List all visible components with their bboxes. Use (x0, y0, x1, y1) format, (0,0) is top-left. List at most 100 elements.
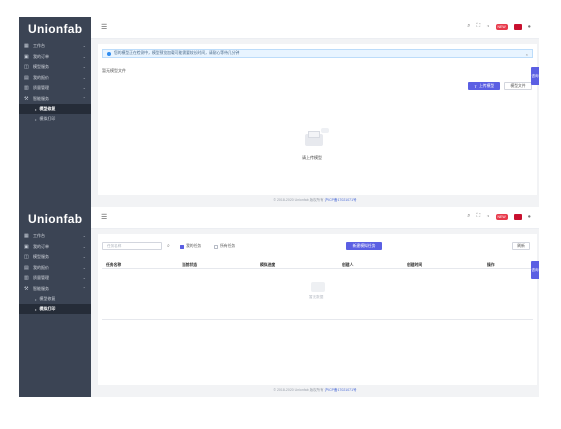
fullscreen-icon[interactable]: ⛶ (476, 213, 480, 220)
hamburger-icon[interactable]: ☰ (101, 213, 107, 221)
checkbox-my-tasks[interactable]: 我的任务 (180, 244, 201, 249)
task-search-input[interactable]: 任务名称 (102, 242, 162, 250)
copyright-text: © 2018-2020 Unionfab 版权所有 (273, 198, 324, 202)
checkbox-label: 所有任务 (220, 244, 236, 248)
chevron-down-icon: ⌄ (82, 233, 86, 238)
footer: © 2018-2020 Unionfab 版权所有 沪ICP备17021071号 (91, 388, 539, 393)
model-files-button[interactable]: 模型文件 (504, 82, 532, 90)
column-header: 创建人 (342, 263, 354, 267)
sidebar-item-label: 我的订单 (33, 53, 49, 59)
bullet-icon: • (35, 306, 37, 312)
cube-icon: ◫ (24, 64, 29, 71)
upload-button-label: 上传模型 (479, 83, 495, 88)
sidebar-item-models[interactable]: ◫ 模型服务 ⌄ (19, 62, 91, 73)
sidebar-item-workbench[interactable]: ▦ 工作台 ⌄ (19, 231, 91, 242)
chevron-down-icon: ⌄ (82, 85, 86, 90)
sidebar-item-models[interactable]: ◫ 模型服务 ⌄ (19, 252, 91, 263)
checkbox-label: 我的任务 (186, 244, 202, 248)
sidebar-item-label: 智能服务 (33, 285, 49, 291)
chevron-down-icon: ⌄ (82, 64, 86, 69)
icp-link[interactable]: 沪ICP备17021071号 (325, 198, 357, 202)
column-header: 创建时间 (407, 263, 423, 267)
upload-hint[interactable]: 请上传模型 (302, 155, 322, 161)
upload-model-button[interactable]: ⇪ 上传模型 (468, 82, 500, 90)
footer: © 2018-2020 Unionfab 版权所有 沪ICP备17021071号 (91, 198, 539, 203)
column-header: 模拟进度 (260, 263, 276, 267)
language-flag-icon[interactable] (513, 213, 522, 220)
upload-dropzone[interactable] (303, 128, 329, 152)
new-badge[interactable]: NEW (495, 213, 508, 220)
sidebar-item-label: 模型服务 (33, 64, 49, 70)
bell-icon[interactable]: ◔ (486, 214, 489, 220)
sub-item-simulated-print[interactable]: • 模拟打印 (19, 304, 91, 314)
sidebar-item-workbench[interactable]: ▦ 工作台 ⌄ (19, 41, 91, 52)
icp-link[interactable]: 沪ICP备17021071号 (325, 388, 357, 392)
chevron-up-icon: ⌃ (82, 285, 86, 291)
empty-box-icon (311, 282, 325, 292)
fullscreen-icon[interactable]: ⛶ (476, 23, 480, 30)
chevron-down-icon: ⌄ (82, 264, 86, 270)
sub-item-simulated-print[interactable]: • 模拟打印 (19, 114, 91, 124)
refresh-button[interactable]: 刷新 (512, 242, 530, 250)
sidebar-item-label: 质量管理 (33, 85, 49, 91)
empty-state-text: 暂无数据 (309, 295, 324, 299)
cube-icon: ◫ (24, 254, 29, 261)
sidebar-item-label: 我的订单 (33, 243, 49, 249)
sub-item-label: 模型修复 (39, 106, 56, 111)
topbar: ☰ ⌕ ⛶ ◔ NEW ● (91, 207, 539, 229)
brand-logo[interactable]: Unionfab (19, 207, 91, 231)
sidebar-item-quotes[interactable]: ▤ 我的报价 ⌄ (19, 263, 91, 274)
sub-item-model-repair[interactable]: • 模型修复 (19, 294, 91, 304)
sidebar: Unionfab ▦ 工作台 ⌄ ▣ 我的订单 ⌄ ◫ 模型服务 ⌄ ▤ 我的报价 ⌄ ▥ 质量管… (19, 207, 91, 397)
consult-side-tab[interactable]: 咨询 (531, 67, 539, 85)
sidebar-item-smart[interactable]: ⚒ 智能服务 ⌃ (19, 94, 91, 105)
main-panel: 任务名称 ⌕ 我的任务 所有任务 新建模拟任务 刷新 任务名称 当前状态 模拟进… (98, 234, 537, 385)
sidebar-item-quality[interactable]: ▥ 质量管理 ⌄ (19, 273, 91, 284)
bullet-icon: • (35, 296, 37, 302)
chevron-down-icon: ⌄ (82, 243, 86, 249)
brand-logo[interactable]: Unionfab (19, 17, 91, 41)
new-simulation-task-button[interactable]: 新建模拟任务 (346, 242, 382, 250)
topbar: ☰ ⌕ ⛶ ◔ NEW ● (91, 17, 539, 39)
new-badge[interactable]: NEW (495, 23, 508, 30)
table-header: 任务名称 当前状态 模拟进度 创建人 创建时间 操作 (102, 260, 533, 269)
sidebar-item-label: 我的报价 (33, 74, 49, 80)
search-icon[interactable]: ⌕ (167, 243, 170, 249)
hamburger-icon[interactable]: ☰ (101, 23, 107, 31)
sidebar-item-quotes[interactable]: ▤ 我的报价 ⌄ (19, 73, 91, 84)
alert-text: 您的模型正在检测中，模型预览加载可能需要较长时间，请耐心等待几分钟 (114, 51, 240, 55)
sidebar-item-quality[interactable]: ▥ 质量管理 ⌄ (19, 83, 91, 94)
sidebar-item-orders[interactable]: ▣ 我的订单 ⌄ (19, 242, 91, 253)
column-header: 操作 (487, 263, 495, 267)
sidebar-item-label: 我的报价 (33, 264, 49, 270)
sidebar-item-orders[interactable]: ▣ 我的订单 ⌄ (19, 52, 91, 63)
avatar[interactable]: ● (528, 214, 531, 220)
chevron-down-icon: ⌄ (82, 43, 86, 48)
language-flag-icon[interactable] (513, 23, 522, 30)
search-icon[interactable]: ⌕ (467, 23, 470, 30)
bell-icon[interactable]: ◔ (486, 24, 489, 30)
side-tab-label: 咨询 (531, 73, 539, 78)
document-icon (308, 131, 320, 138)
sidebar-item-smart[interactable]: ⚒ 智能服务 ⌃ (19, 284, 91, 295)
avatar[interactable]: ● (528, 24, 531, 30)
main-panel: 您的模型正在检测中，模型预览加载可能需要较长时间，请耐心等待几分钟 × 暂无模型… (98, 44, 537, 195)
book-icon: ▥ (24, 85, 29, 92)
tool-icon: ⚒ (24, 285, 29, 292)
sub-item-label: 模型修复 (39, 296, 56, 301)
box-icon: ▣ (24, 243, 29, 250)
sub-item-model-repair[interactable]: • 模型修复 (19, 104, 91, 114)
box-icon: ▣ (24, 53, 29, 60)
screenshot-simulated-print: Unionfab ▦ 工作台 ⌄ ▣ 我的订单 ⌄ ◫ 模型服务 ⌄ ▤ 我的报价 ⌄ ▥ 质量管… (19, 207, 539, 397)
grid-icon: ▦ (24, 233, 29, 240)
search-icon[interactable]: ⌕ (467, 213, 470, 220)
consult-side-tab[interactable]: 咨询 (531, 261, 539, 279)
checkbox-all-tasks[interactable]: 所有任务 (214, 244, 235, 249)
table-divider (102, 319, 533, 320)
sub-item-label: 模拟打印 (39, 116, 56, 121)
tool-icon: ⚒ (24, 95, 29, 102)
column-header: 任务名称 (106, 263, 122, 267)
section-label: 暂无模型文件 (102, 68, 126, 73)
bubble-icon (321, 128, 329, 133)
close-icon[interactable]: × (526, 52, 528, 57)
